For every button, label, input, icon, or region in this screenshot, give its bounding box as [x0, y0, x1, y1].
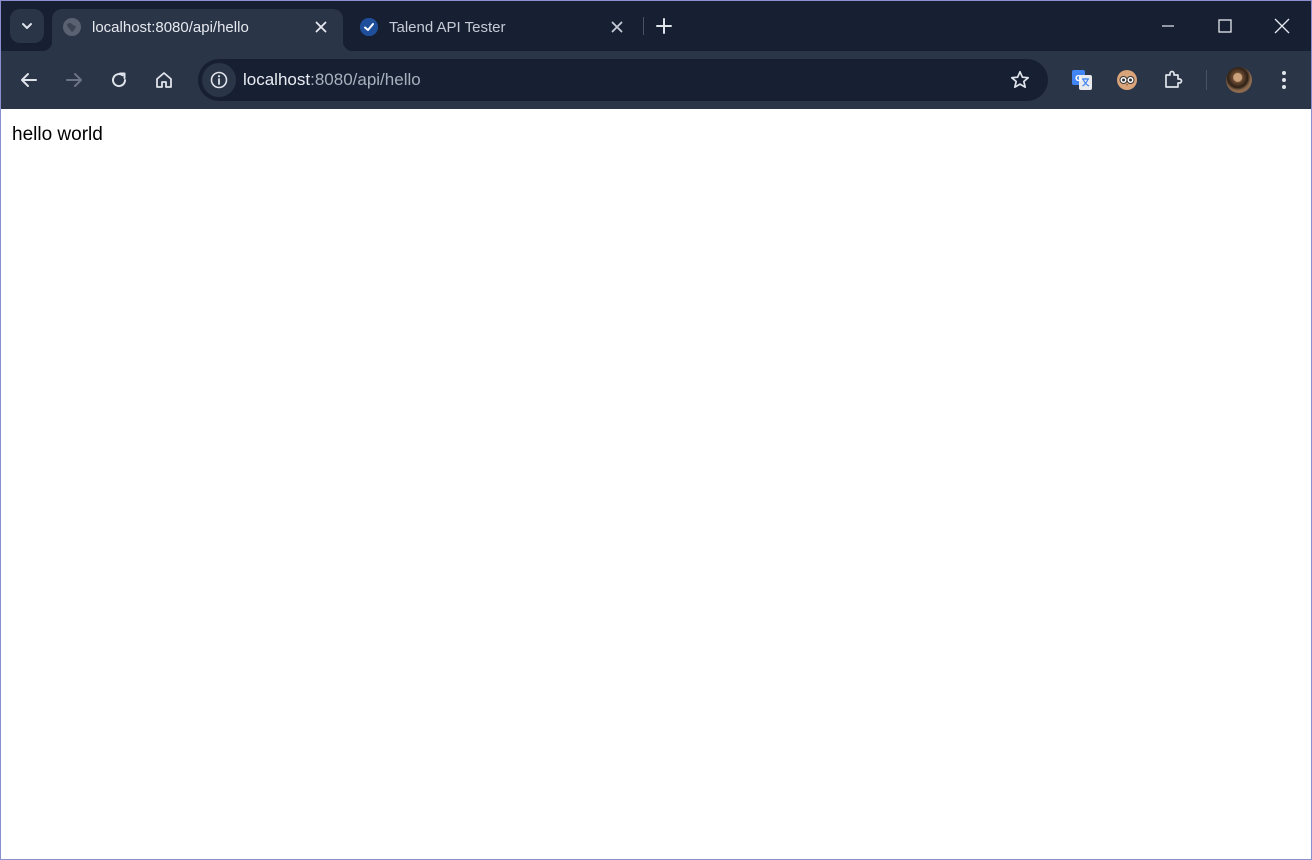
- browser-toolbar: localhost:8080/api/hello G: [1, 51, 1311, 109]
- forward-button[interactable]: [57, 63, 91, 97]
- globe-icon: [63, 18, 81, 36]
- star-icon: [1010, 70, 1030, 90]
- tab-talend-api-tester[interactable]: Talend API Tester: [349, 9, 639, 51]
- owl-icon: [1116, 69, 1138, 91]
- puzzle-icon: [1162, 69, 1184, 91]
- site-info-button[interactable]: [202, 63, 236, 97]
- window-close-button[interactable]: [1253, 1, 1311, 51]
- home-button[interactable]: [147, 63, 181, 97]
- maximize-button[interactable]: [1196, 1, 1254, 51]
- url-path: :8080/api/hello: [310, 70, 421, 89]
- check-circle-icon: [360, 18, 378, 36]
- url-host: localhost: [243, 70, 311, 89]
- tab-localhost[interactable]: localhost:8080/api/hello: [42, 9, 353, 51]
- reload-button[interactable]: [102, 63, 136, 97]
- back-button[interactable]: [12, 63, 46, 97]
- close-icon[interactable]: [311, 17, 331, 37]
- plus-icon: [656, 18, 672, 34]
- toolbar-separator: [1206, 70, 1207, 90]
- svg-text:G: G: [1075, 74, 1082, 83]
- info-icon: [210, 71, 228, 89]
- home-icon: [155, 71, 173, 89]
- response-text: hello world: [12, 124, 103, 145]
- new-tab-button[interactable]: [651, 13, 677, 39]
- tab-search-button[interactable]: [10, 9, 44, 43]
- close-icon[interactable]: [607, 17, 627, 37]
- browser-window: localhost:8080/api/hello Talend API Test…: [0, 0, 1312, 860]
- minimize-button[interactable]: [1139, 1, 1197, 51]
- chevron-down-icon: [20, 19, 34, 33]
- page-content: hello world: [1, 109, 1311, 859]
- profile-avatar[interactable]: [1226, 67, 1252, 93]
- minimize-icon: [1161, 19, 1175, 33]
- more-vertical-icon: [1281, 70, 1287, 90]
- tab-strip: localhost:8080/api/hello Talend API Test…: [1, 1, 1311, 51]
- reload-icon: [110, 71, 128, 89]
- address-bar[interactable]: localhost:8080/api/hello: [198, 59, 1048, 101]
- tab-title: localhost:8080/api/hello: [92, 19, 249, 36]
- arrow-right-icon: [65, 71, 83, 89]
- extensions-button[interactable]: [1156, 63, 1190, 97]
- google-translate-icon: G: [1071, 69, 1093, 91]
- tab-title: Talend API Tester: [389, 19, 506, 36]
- url-text[interactable]: localhost:8080/api/hello: [243, 70, 421, 90]
- translate-extension-button[interactable]: G: [1065, 63, 1099, 97]
- api-tester-extension-button[interactable]: [1110, 63, 1144, 97]
- maximize-icon: [1218, 19, 1232, 33]
- arrow-left-icon: [20, 71, 38, 89]
- bookmark-button[interactable]: [1004, 64, 1036, 96]
- tab-divider: [643, 17, 644, 35]
- close-icon: [1274, 18, 1290, 34]
- menu-button[interactable]: [1267, 63, 1301, 97]
